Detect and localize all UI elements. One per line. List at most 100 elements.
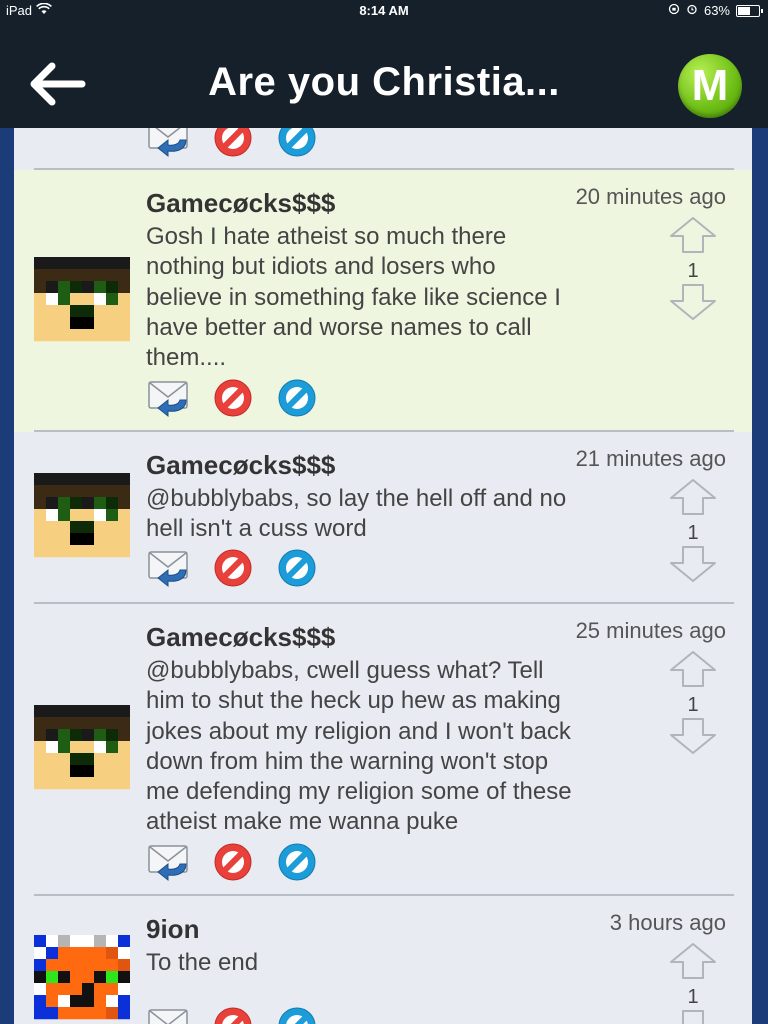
downvote-arrow-icon [682, 1010, 704, 1024]
vote-count: 1 [687, 522, 699, 544]
avatar[interactable] [34, 934, 131, 1020]
comment-line: me defending my religion some of these [146, 778, 572, 806]
block-button[interactable] [274, 842, 320, 882]
reply-button[interactable] [146, 842, 192, 882]
comment-line: jokes about my religion and I won't back [146, 717, 571, 745]
back-arrow-icon [30, 62, 86, 106]
comment-item: Gamecøcks$$$ 21 minutes ago @bubblybabs,… [14, 432, 752, 602]
back-button[interactable] [24, 60, 88, 108]
comment-line: nothing but idiots and losers who [146, 253, 496, 281]
reply-mail-icon [148, 128, 188, 158]
downvote-arrow-icon [670, 718, 716, 754]
report-button[interactable] [210, 842, 256, 882]
vote-count: 1 [687, 986, 699, 1008]
comment-actions [146, 548, 320, 588]
reply-mail-icon [148, 1009, 188, 1024]
comment-line: him to shut the heck up hew as making [146, 687, 561, 715]
report-button[interactable] [210, 128, 256, 158]
vote-control: 1 [668, 478, 718, 588]
user-avatar [34, 473, 131, 558]
user-avatar [34, 705, 131, 790]
reply-button[interactable] [146, 1006, 192, 1024]
block-icon [278, 549, 316, 587]
previous-comment-actions [146, 128, 320, 158]
comment-text: Gosh I hate atheist so much there nothin… [146, 222, 636, 373]
nav-bar: Are you Christia... M [0, 22, 768, 128]
report-icon [214, 1007, 252, 1024]
block-button[interactable] [274, 1006, 320, 1024]
upvote-arrow-icon [670, 651, 716, 687]
comment-time: 25 minutes ago [575, 618, 726, 643]
comment-time: 20 minutes ago [575, 184, 726, 209]
comment-line: hell isn't a cuss word [146, 515, 367, 543]
report-button[interactable] [210, 378, 256, 418]
comment-line: @bubblybabs, cwell guess what? Tell [146, 657, 544, 684]
comment-time: 21 minutes ago [575, 446, 726, 471]
user-avatar [34, 257, 131, 342]
block-icon [278, 128, 316, 157]
comment-item: Gamecøcks$$$ 25 minutes ago @bubblybabs,… [14, 604, 752, 894]
lock-rotation-icon [668, 3, 680, 18]
comment-author[interactable]: 9ion [146, 914, 199, 945]
comment-actions [146, 842, 320, 882]
report-icon [214, 379, 252, 417]
comment-actions [146, 378, 320, 418]
upvote-button[interactable] [668, 478, 718, 521]
status-bar: iPad 8:14 AM 63% [0, 0, 768, 22]
comment-line: down from him the warning won't stop [146, 747, 549, 775]
reply-mail-icon [148, 381, 188, 418]
comment-text: @bubblybabs, cwell guess what? Tell him … [146, 656, 636, 838]
comment-actions [146, 1006, 320, 1024]
downvote-button[interactable] [668, 717, 718, 760]
block-button[interactable] [274, 378, 320, 418]
battery-percent: 63% [703, 3, 730, 18]
block-icon [278, 379, 316, 417]
comment-item: 9ion 3 hours ago To the end 1 [14, 896, 752, 1024]
block-button[interactable] [274, 128, 320, 158]
page-title: Are you Christia... [208, 60, 560, 104]
avatar[interactable] [34, 256, 131, 342]
comment-line: believe in something fake like science I [146, 283, 561, 311]
logo-letter: M [691, 61, 729, 110]
report-icon [214, 128, 252, 157]
alarm-icon [686, 3, 698, 18]
battery-icon [736, 4, 763, 17]
upvote-button[interactable] [668, 942, 718, 985]
comment-author[interactable]: Gamecøcks$$$ [146, 622, 335, 653]
comment-author[interactable]: Gamecøcks$$$ [146, 450, 335, 481]
upvote-arrow-icon [670, 479, 716, 515]
vote-count: 1 [687, 694, 699, 716]
reply-button[interactable] [146, 128, 192, 158]
reply-mail-icon [148, 845, 188, 882]
reply-button[interactable] [146, 378, 192, 418]
upvote-arrow-icon [670, 217, 716, 253]
vote-control: 1 [668, 942, 718, 1024]
comment-line: Gosh I hate atheist so much there [146, 223, 507, 250]
downvote-button[interactable] [668, 283, 718, 326]
comment-item: Gamecøcks$$$ 20 minutes ago Gosh I hate … [14, 170, 752, 432]
vote-control: 1 [668, 216, 718, 326]
downvote-button[interactable] [668, 545, 718, 588]
downvote-arrow-icon [670, 546, 716, 582]
comment-time: 3 hours ago [609, 910, 726, 935]
report-icon [214, 843, 252, 881]
upvote-button[interactable] [668, 650, 718, 693]
comment-author[interactable]: Gamecøcks$$$ [146, 188, 335, 219]
downvote-arrow-icon [670, 284, 716, 320]
avatar[interactable] [34, 472, 131, 558]
avatar[interactable] [34, 704, 131, 790]
reply-button[interactable] [146, 548, 192, 588]
block-button[interactable] [274, 548, 320, 588]
report-button[interactable] [210, 548, 256, 588]
vote-control: 1 [668, 650, 718, 760]
comments-panel[interactable]: Gamecøcks$$$ 20 minutes ago Gosh I hate … [14, 128, 752, 1024]
app-logo[interactable]: M [678, 54, 742, 118]
report-button[interactable] [210, 1006, 256, 1024]
vote-count: 1 [687, 260, 699, 282]
report-icon [214, 549, 252, 587]
downvote-button[interactable] [668, 1009, 718, 1024]
comment-line: To the end [146, 949, 259, 976]
comment-line: atheist make me wanna puke [146, 808, 459, 836]
comment-text: To the end [146, 948, 636, 978]
upvote-button[interactable] [668, 216, 718, 259]
